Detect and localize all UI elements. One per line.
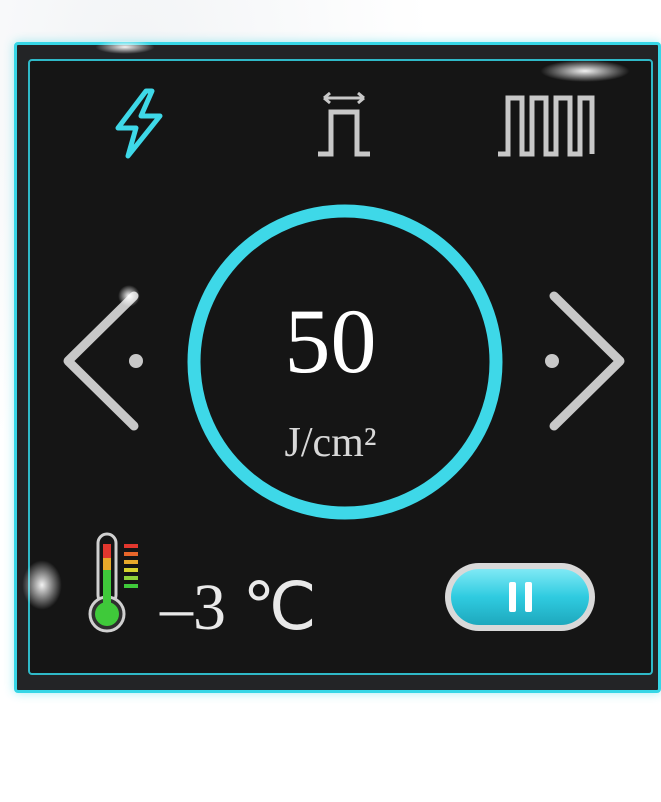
energy-value: 50 xyxy=(284,290,377,392)
lightning-bolt-icon[interactable] xyxy=(108,88,170,160)
energy-unit: J/cm² xyxy=(284,420,377,466)
temperature-readout: –3 ℃ xyxy=(160,571,317,644)
pulse-width-icon[interactable] xyxy=(314,90,374,160)
pulse-train-icon[interactable] xyxy=(496,92,596,158)
thermometer-icon xyxy=(86,530,150,640)
pause-button[interactable] xyxy=(442,560,598,634)
